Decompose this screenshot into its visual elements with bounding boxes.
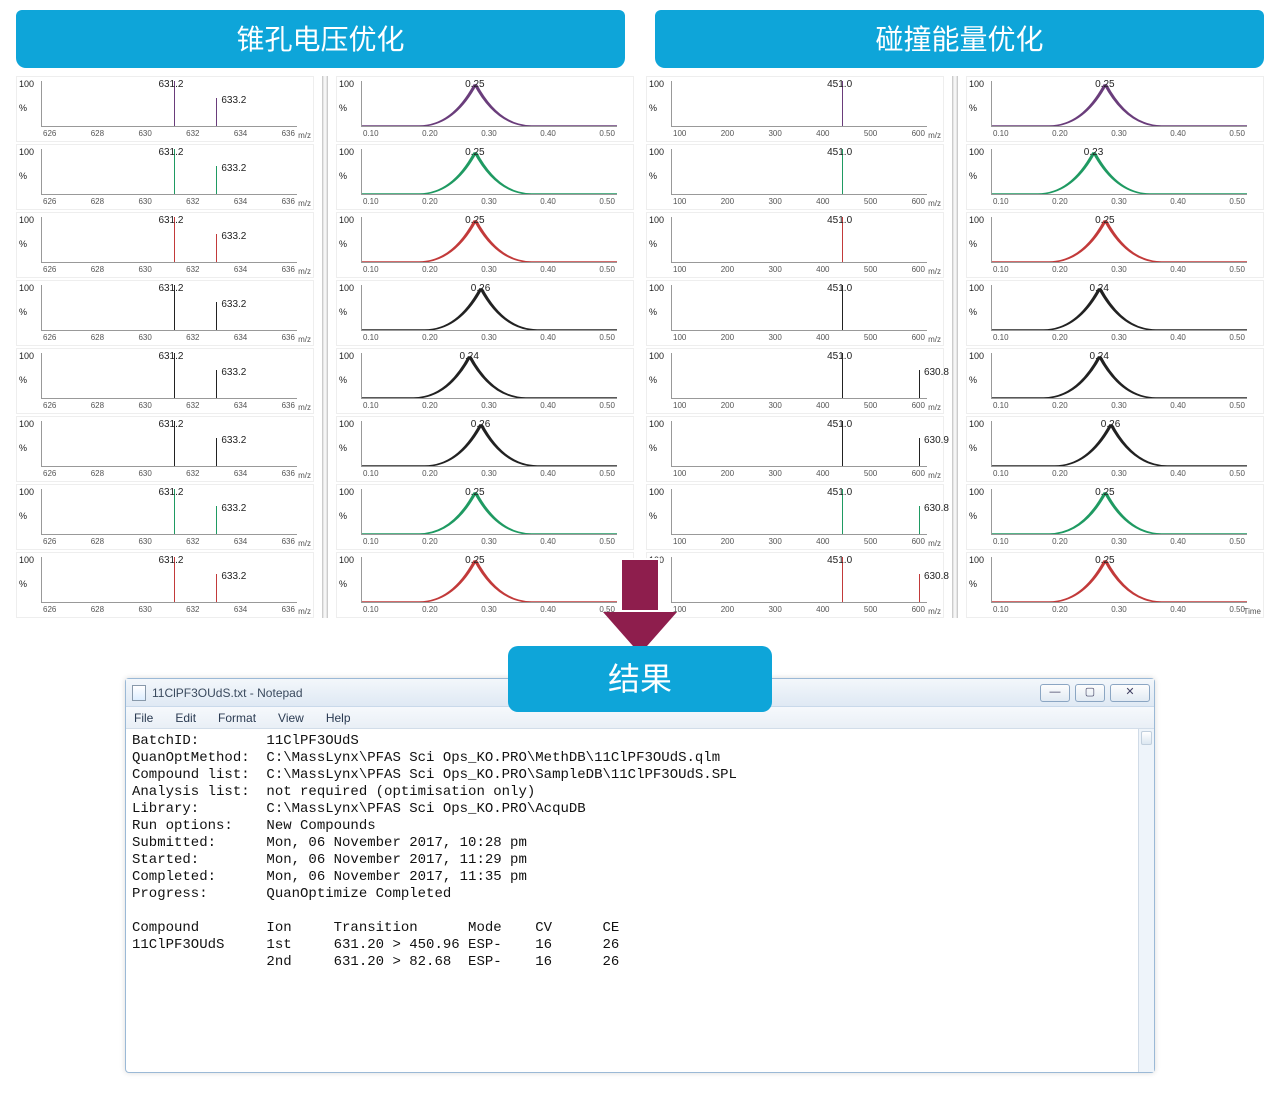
rt-mini-chart: 100%0.260.100.200.300.400.50 [966, 416, 1264, 482]
divider [952, 76, 958, 618]
rt-mini-chart: 100%0.260.100.200.300.400.50 [336, 280, 634, 346]
cone-block: 100%m/z631.2633.2626628630632634636100%m… [16, 76, 634, 618]
collision-block: 100%m/z451.0100200300400500600100%m/z451… [646, 76, 1264, 618]
results-title: 结果 [508, 646, 772, 712]
ms-mini-chart: 100%m/z631.2633.2626628630632634636 [16, 144, 314, 210]
ms-mini-chart: 100%m/z451.0630.8100200300400500600 [646, 484, 944, 550]
cone-title: 锥孔电压优化 [16, 10, 625, 68]
rt-mini-chart: 100%0.250.100.200.300.400.50 [336, 212, 634, 278]
rt-mini-chart: 100%0.250.100.200.300.400.50 [336, 484, 634, 550]
ms-mini-chart: 100%m/z451.0100200300400500600 [646, 212, 944, 278]
rt-mini-chart: 100%0.250.100.200.300.400.50 [966, 212, 1264, 278]
notepad-body[interactable]: BatchID: 11ClPF3OUdS QuanOptMethod: C:\M… [126, 729, 1154, 1072]
ms-mini-chart: 100%m/z451.0630.8100200300400500600 [646, 552, 944, 618]
section-titles: 锥孔电压优化 碰撞能量优化 [16, 10, 1264, 68]
ms-mini-chart: 100%m/z631.2633.2626628630632634636 [16, 212, 314, 278]
rt-mini-chart: 100%Time0.250.100.200.300.400.50 [966, 552, 1264, 618]
collision-title: 碰撞能量优化 [655, 10, 1264, 68]
ms-mini-chart: 100%m/z451.0630.8100200300400500600 [646, 348, 944, 414]
cone-rt-column: 100%0.250.100.200.300.400.50100%0.250.10… [336, 76, 634, 618]
rt-mini-chart: 100%0.260.100.200.300.400.50 [336, 416, 634, 482]
scrollbar[interactable] [1138, 729, 1154, 1072]
page: 锥孔电压优化 碰撞能量优化 100%m/z631.2633.2626628630… [0, 0, 1280, 1093]
ms-mini-chart: 100%m/z631.2633.2626628630632634636 [16, 280, 314, 346]
notepad-text[interactable]: BatchID: 11ClPF3OUdS QuanOptMethod: C:\M… [132, 733, 1148, 971]
ms-mini-chart: 100%m/z451.0100200300400500600 [646, 280, 944, 346]
ms-mini-chart: 100%m/z451.0100200300400500600 [646, 76, 944, 142]
rt-mini-chart: 100%0.240.100.200.300.400.50 [966, 280, 1264, 346]
rt-mini-chart: 100%0.250.100.200.300.400.50 [966, 484, 1264, 550]
rt-mini-chart: 100%0.240.100.200.300.400.50 [966, 348, 1264, 414]
rt-mini-chart: 100%0.230.100.200.300.400.50 [966, 144, 1264, 210]
cone-ms-column: 100%m/z631.2633.2626628630632634636100%m… [16, 76, 314, 618]
ms-mini-chart: 100%m/z631.2633.2626628630632634636 [16, 76, 314, 142]
rt-mini-chart: 100%0.240.100.200.300.400.50 [336, 348, 634, 414]
ms-mini-chart: 100%m/z631.2633.2626628630632634636 [16, 552, 314, 618]
rt-mini-chart: 100%0.250.100.200.300.400.50 [336, 144, 634, 210]
ms-mini-chart: 100%m/z451.0630.9100200300400500600 [646, 416, 944, 482]
rt-mini-chart: 100%0.250.100.200.300.400.50 [336, 76, 634, 142]
ms-mini-chart: 100%m/z631.2633.2626628630632634636 [16, 416, 314, 482]
collision-ms-column: 100%m/z451.0100200300400500600100%m/z451… [646, 76, 944, 618]
rt-mini-chart: 100%0.250.100.200.300.400.50 [966, 76, 1264, 142]
results-title-wrap: 结果 [16, 646, 1264, 712]
ms-mini-chart: 100%m/z631.2633.2626628630632634636 [16, 484, 314, 550]
scroll-up-icon[interactable] [1141, 731, 1152, 745]
notepad-window: 11ClPF3OUdS.txt - Notepad — ▢ ✕ File Edi… [125, 678, 1155, 1073]
ms-mini-chart: 100%m/z451.0100200300400500600 [646, 144, 944, 210]
collision-rt-column: 100%0.250.100.200.300.400.50100%0.230.10… [966, 76, 1264, 618]
divider [322, 76, 328, 618]
charts-area: 100%m/z631.2633.2626628630632634636100%m… [16, 76, 1264, 618]
rt-mini-chart: 100%0.250.100.200.300.400.50 [336, 552, 634, 618]
ms-mini-chart: 100%m/z631.2633.2626628630632634636 [16, 348, 314, 414]
